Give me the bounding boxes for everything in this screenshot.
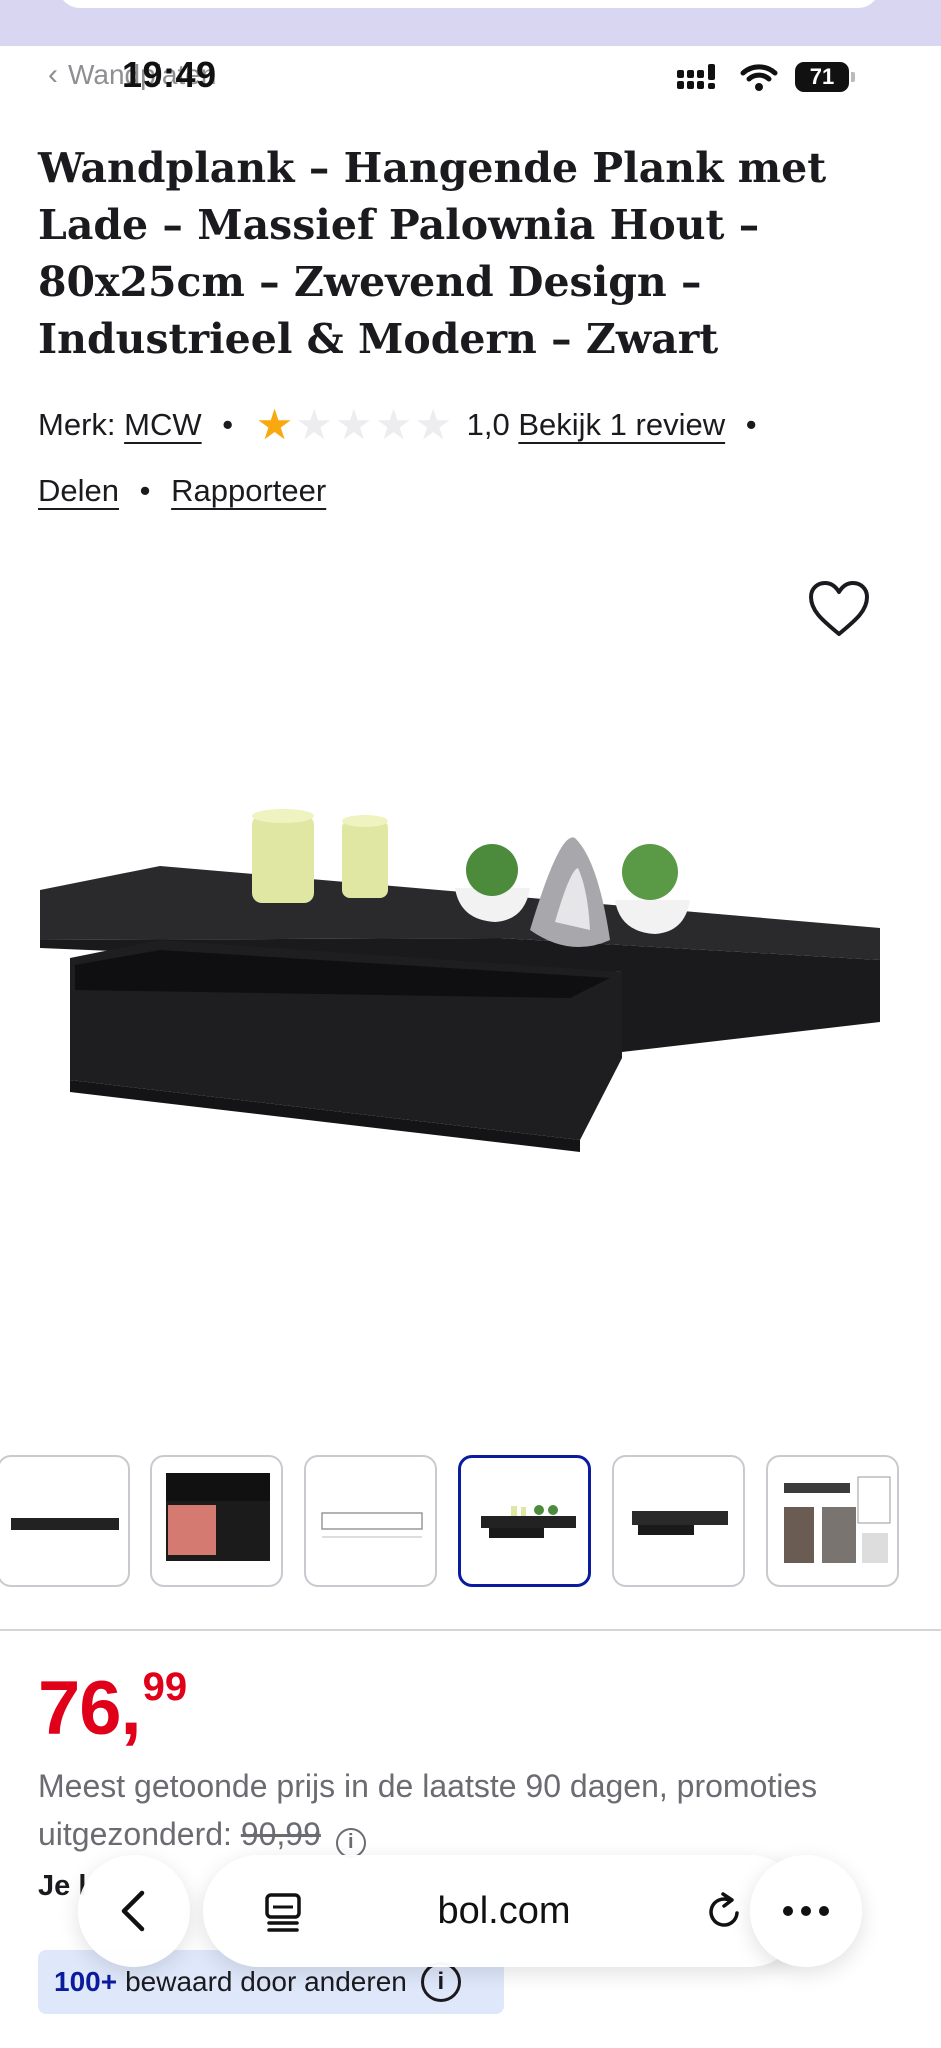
thumbnail-image [632, 1511, 728, 1535]
product-meta: Merk: MCW • ★★★★★ 1,0 Bekijk 1 review • … [38, 392, 918, 524]
section-divider [0, 1629, 941, 1631]
separator-dot: • [745, 407, 757, 442]
rating-value: 1,0 [466, 407, 510, 442]
more-button[interactable] [750, 1855, 862, 1967]
more-icon [783, 1906, 829, 1916]
chevron-left-icon: ‹ [48, 58, 58, 91]
system-icons: 71 [675, 62, 855, 92]
back-arrow-icon [121, 1890, 145, 1932]
thumbnail[interactable] [304, 1455, 437, 1587]
brand-label: Merk: [38, 407, 116, 442]
thumbnail-image [166, 1473, 270, 1561]
status-bar: ‹ Wandplaten 19:49 71 [0, 46, 941, 106]
star-icon: ★ [335, 401, 375, 448]
review-link[interactable]: Bekijk 1 review [518, 407, 725, 442]
signal-icon [677, 64, 715, 89]
product-image[interactable] [30, 790, 910, 1170]
info-icon[interactable]: i [335, 1828, 366, 1858]
thumbnail-image [11, 1518, 119, 1530]
browser-back-button[interactable] [78, 1855, 190, 1967]
price-integer: 76, [38, 1666, 142, 1751]
separator-dot: • [139, 473, 151, 508]
thumbnail[interactable] [0, 1455, 130, 1587]
address-bar[interactable]: bol.com [203, 1855, 805, 1967]
thumbnail[interactable] [612, 1455, 745, 1587]
price-decimals: 99 [142, 1665, 188, 1709]
saved-text: bewaard door anderen [125, 1966, 407, 1997]
thumbnail[interactable] [766, 1455, 899, 1587]
battery-icon: 71 [795, 62, 855, 92]
browser-toolbar: bol.com [78, 1855, 862, 1967]
wifi-icon [740, 64, 778, 91]
product-title: Wandplank – Hangende Plank met Lade – Ma… [38, 144, 827, 363]
clock: 19:49 [122, 54, 217, 95]
star-icon: ★ [414, 401, 454, 448]
rating-stars[interactable]: ★★★★★ [256, 404, 454, 446]
top-sheet [58, 0, 880, 8]
report-link[interactable]: Rapporteer [171, 473, 326, 508]
star-icon: ★ [374, 401, 415, 448]
separator-dot: • [222, 407, 234, 442]
reload-icon[interactable] [705, 1891, 745, 1933]
heart-icon[interactable] [805, 578, 873, 640]
info-icon[interactable]: i [420, 1962, 461, 2002]
star-icon: ★ [255, 401, 296, 448]
share-link[interactable]: Delen [38, 473, 119, 508]
saved-count: 100+ [54, 1966, 118, 1997]
thumbnail-strip [0, 1455, 941, 1591]
price-note: Meest getoonde prijs in de laatste 90 da… [38, 1762, 918, 1858]
thumbnail-image [784, 1476, 891, 1563]
old-price: 90,99 [240, 1816, 321, 1852]
browser-top-strip [0, 0, 941, 46]
price-note-text: Meest getoonde prijs in de laatste 90 da… [38, 1768, 818, 1852]
price: 76,99 [38, 1665, 187, 1752]
thumbnail-image [321, 1512, 423, 1538]
thumbnail[interactable] [150, 1455, 283, 1587]
brand-link[interactable]: MCW [124, 407, 201, 442]
star-icon: ★ [295, 401, 336, 448]
thumbnail-active[interactable] [458, 1455, 591, 1587]
thumbnail-image [481, 1505, 576, 1538]
